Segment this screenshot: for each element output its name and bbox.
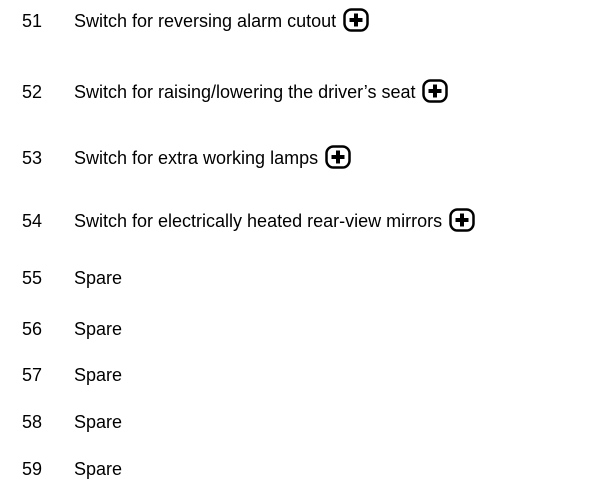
item-label: Switch for raising/lowering the driver’s… bbox=[74, 82, 416, 102]
plus-box-icon bbox=[449, 208, 475, 232]
item-label: Spare bbox=[74, 319, 123, 339]
list-item: 57 Spare bbox=[0, 362, 612, 388]
item-number: 51 bbox=[22, 11, 43, 31]
list-item: 54 Switch for electrically heated rear-v… bbox=[0, 208, 612, 234]
plus-box-icon bbox=[422, 79, 449, 103]
legend-list: 51 Switch for reversing alarm cutout 52 … bbox=[0, 0, 612, 485]
plus-box-icon bbox=[343, 8, 369, 32]
item-label: Switch for extra working lamps bbox=[74, 148, 319, 168]
item-label: Switch for electrically heated rear-view… bbox=[74, 211, 443, 231]
item-number: 56 bbox=[22, 319, 43, 339]
item-number: 57 bbox=[22, 365, 43, 385]
item-number: 58 bbox=[22, 412, 43, 432]
list-item: 51 Switch for reversing alarm cutout bbox=[0, 8, 612, 34]
item-label-wrap: Switch for raising/lowering the driver’s… bbox=[74, 79, 449, 105]
item-number: 52 bbox=[22, 82, 43, 102]
item-number: 54 bbox=[22, 211, 43, 231]
item-number: 59 bbox=[22, 459, 43, 479]
list-item: 59 Spare bbox=[0, 456, 612, 482]
item-label: Spare bbox=[74, 412, 123, 432]
list-item: 56 Spare bbox=[0, 316, 612, 342]
list-item: 52 Switch for raising/lowering the drive… bbox=[0, 79, 612, 105]
item-label: Switch for reversing alarm cutout bbox=[74, 11, 337, 31]
item-label-wrap: Switch for extra working lamps bbox=[74, 145, 351, 171]
item-label: Spare bbox=[74, 365, 123, 385]
list-item: 55 Spare bbox=[0, 265, 612, 291]
item-label: Spare bbox=[74, 268, 123, 288]
list-item: 58 Spare bbox=[0, 409, 612, 435]
plus-box-icon bbox=[325, 145, 351, 169]
item-label: Spare bbox=[74, 459, 123, 479]
item-number: 53 bbox=[22, 148, 43, 168]
list-item: 53 Switch for extra working lamps bbox=[0, 145, 612, 171]
item-label-wrap: Switch for reversing alarm cutout bbox=[74, 8, 369, 34]
item-label-wrap: Switch for electrically heated rear-view… bbox=[74, 208, 475, 234]
item-number: 55 bbox=[22, 268, 43, 288]
